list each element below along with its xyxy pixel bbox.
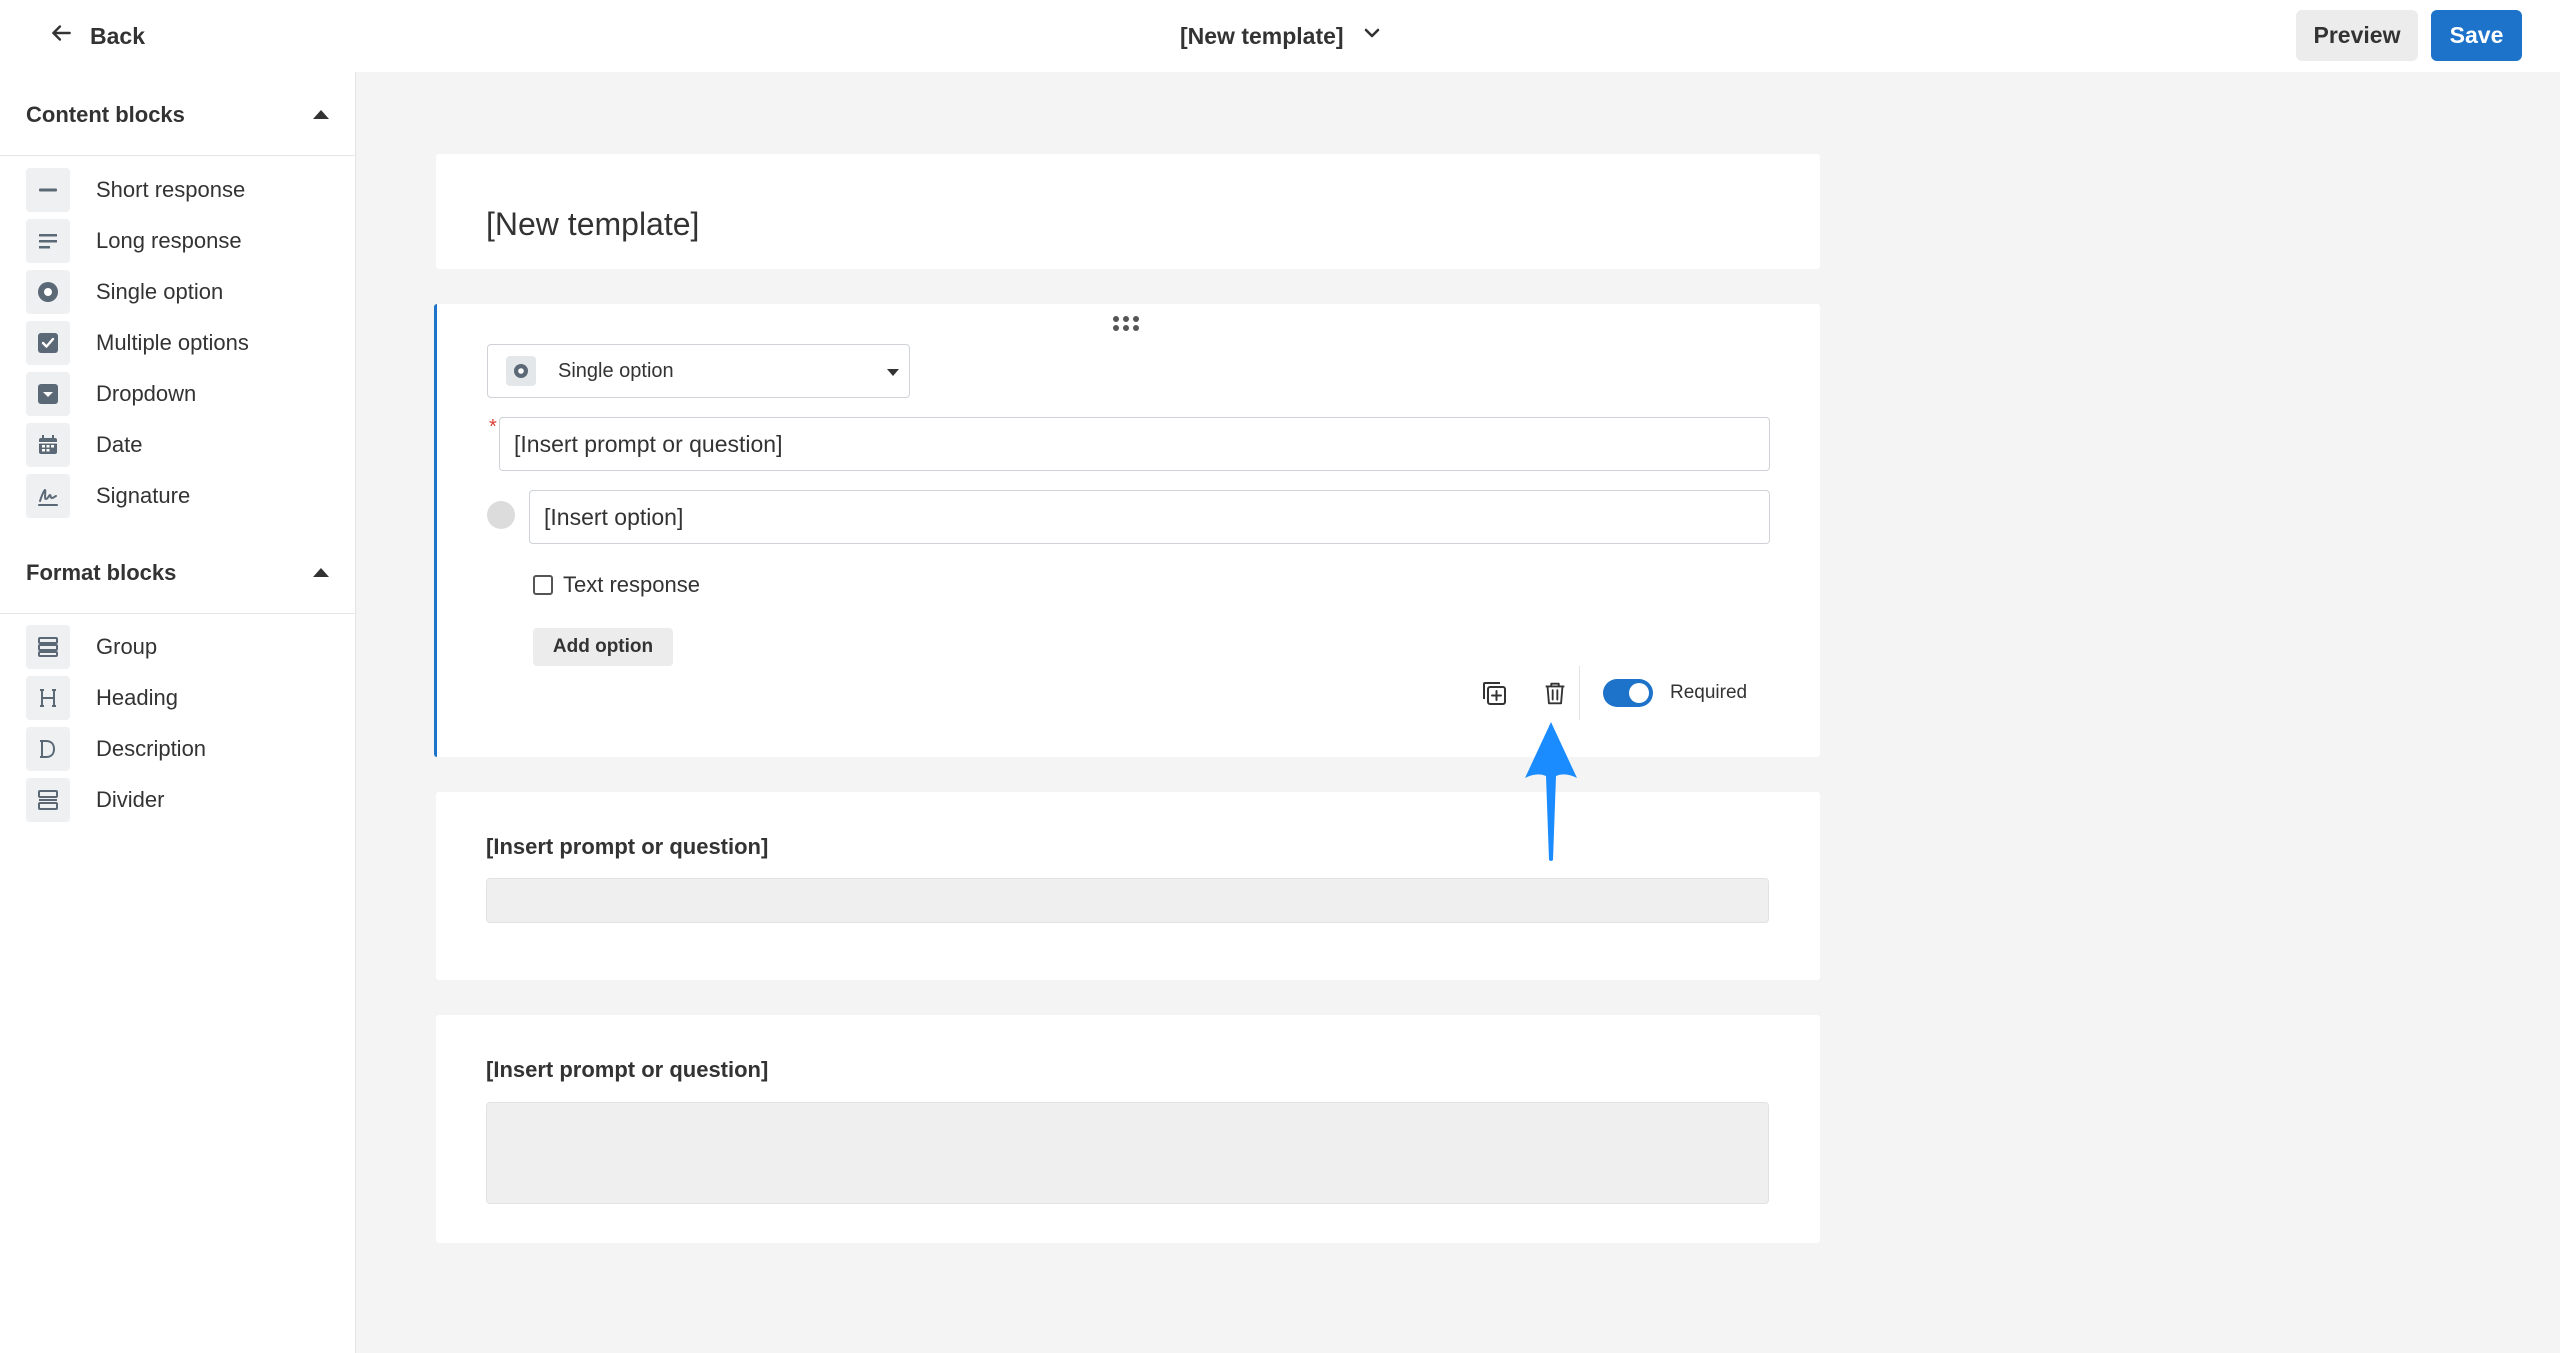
divider-icon [26,778,70,822]
trash-icon[interactable] [1538,676,1572,710]
block-description[interactable]: Description [26,727,336,771]
text-response-checkbox[interactable]: Text response [533,570,700,600]
block-type-select[interactable]: Single option [487,344,910,398]
question-block-long[interactable]: [Insert prompt or question] [436,1015,1820,1243]
caret-up-icon[interactable] [313,568,329,577]
toggle-knob [1629,683,1649,703]
option-input[interactable]: [Insert option] [529,490,1770,544]
top-bar: Back [New template] Preview Save [0,0,2560,72]
signature-icon [26,474,70,518]
block-label: Group [96,634,158,659]
block-label: Long response [96,228,242,253]
block-heading[interactable]: Heading [26,676,336,720]
template-heading[interactable]: [New template] [486,206,699,243]
required-toggle[interactable] [1603,679,1653,707]
toolbar-divider [1579,666,1580,720]
back-label: Back [90,22,145,49]
block-label: Multiple options [96,330,249,355]
duplicate-icon[interactable] [1477,676,1511,710]
long-response-icon [26,219,70,263]
required-label: Required [1670,682,1748,703]
add-option-button[interactable]: Add option [533,628,673,666]
dropdown-icon [26,372,70,416]
block-label: Short response [96,177,246,202]
block-label: Description [96,736,207,761]
block-label: Single option [96,279,224,304]
caret-up-icon[interactable] [313,110,329,119]
long-response-field [486,1102,1769,1204]
block-label: Date [96,432,143,457]
back-button[interactable]: Back [48,18,145,54]
question-prompt: [Insert prompt or question] [486,1057,769,1082]
arrow-left-icon [48,20,74,52]
template-title-dropdown[interactable]: [New template] [1180,18,1384,54]
text-response-label: Text response [563,572,700,597]
drag-handle-icon[interactable] [1111,314,1141,334]
template-title-card[interactable]: [New template] [436,154,1820,269]
short-response-icon [26,168,70,212]
checkbox-box[interactable] [533,575,553,595]
format-blocks-header[interactable]: Format blocks [0,530,355,614]
save-button[interactable]: Save [2431,10,2522,61]
block-label: Signature [96,483,191,508]
radio-icon [26,270,70,314]
content-blocks-title: Content blocks [26,102,185,127]
required-asterisk: * [489,416,497,438]
block-short-response[interactable]: Short response [26,168,336,212]
block-signature[interactable]: Signature [26,474,336,518]
heading-icon [26,676,70,720]
block-long-response[interactable]: Long response [26,219,336,263]
block-dropdown[interactable]: Dropdown [26,372,336,416]
calendar-icon [26,423,70,467]
preview-button[interactable]: Preview [2296,10,2418,61]
caret-down-icon [887,369,899,376]
option-radio [487,501,515,529]
question-prompt: [Insert prompt or question] [486,834,769,859]
radio-icon [506,356,536,386]
description-icon [26,727,70,771]
chevron-down-icon [1360,21,1384,51]
prompt-input[interactable]: [Insert prompt or question] [499,417,1770,471]
question-block-short[interactable]: [Insert prompt or question] [436,792,1820,980]
block-label: Heading [96,685,178,710]
block-label: Dropdown [96,381,197,406]
block-group[interactable]: Group [26,625,336,669]
block-single-option[interactable]: Single option [26,270,336,314]
block-type-label: Single option [558,359,674,382]
block-multiple-options[interactable]: Multiple options [26,321,336,365]
group-icon [26,625,70,669]
short-response-field [486,878,1769,923]
block-date[interactable]: Date [26,423,336,467]
template-title: [New template] [1180,22,1344,49]
content-blocks-header[interactable]: Content blocks [0,72,355,156]
block-divider[interactable]: Divider [26,778,336,822]
blocks-sidebar: Content blocks Short response Long respo… [0,72,356,1353]
format-blocks-title: Format blocks [26,560,177,585]
checkbox-icon [26,321,70,365]
active-question-block[interactable]: Single option * [Insert prompt or questi… [434,304,1820,757]
block-label: Divider [96,787,165,812]
